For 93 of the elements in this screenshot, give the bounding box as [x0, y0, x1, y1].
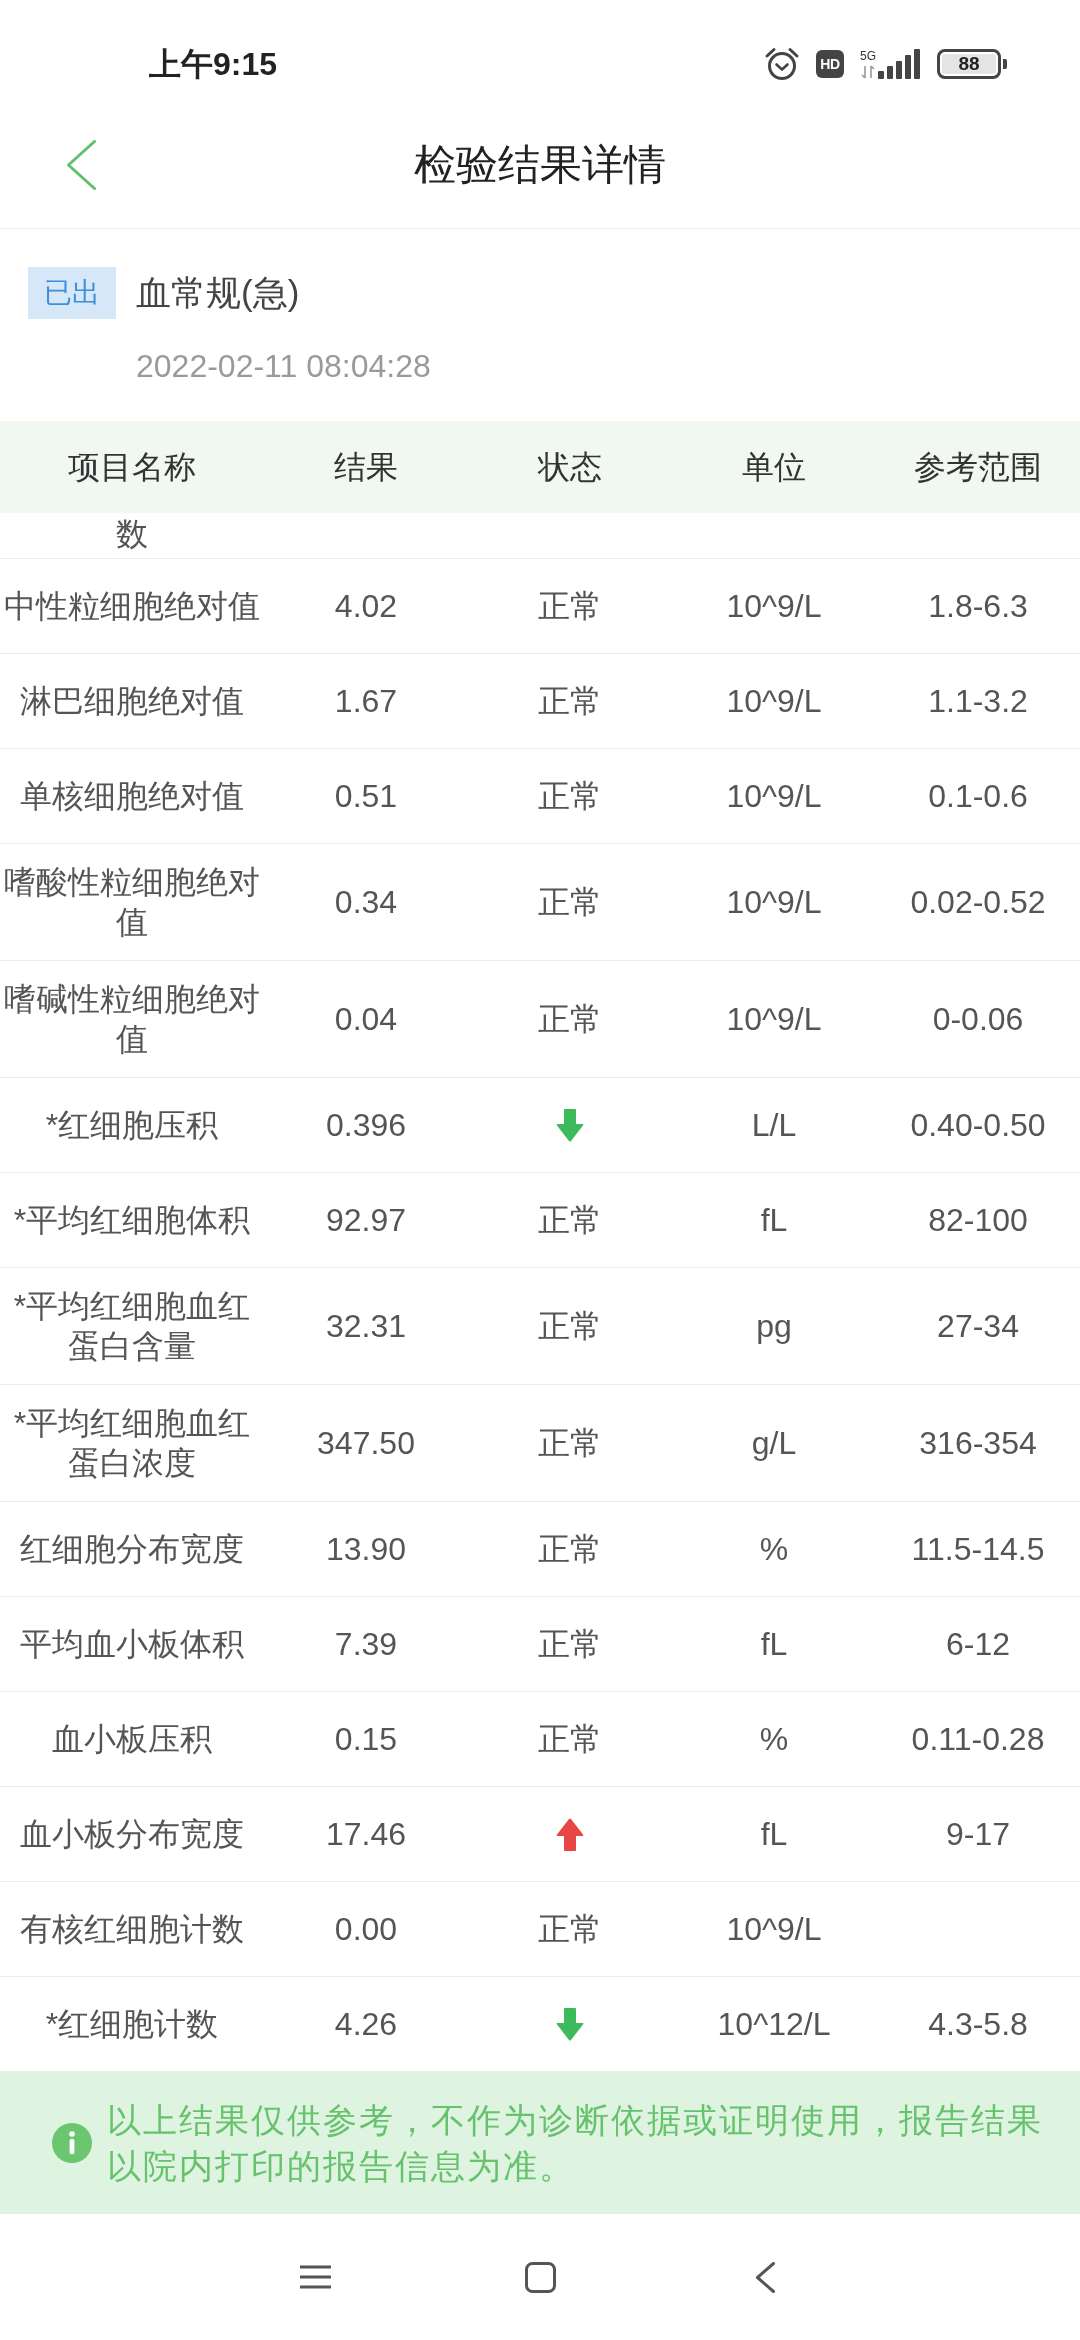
status-text: 正常 [538, 587, 602, 626]
data-arrows-icon [861, 65, 875, 79]
unit-text: 10^9/L [726, 682, 822, 721]
result-value: 0.34 [334, 883, 398, 922]
unit-text: fL [760, 1625, 788, 1664]
unit-text: 10^9/L [726, 883, 822, 922]
column-header: 参考范围 [914, 448, 1042, 487]
status-text: 正常 [538, 777, 602, 816]
column-header: 单位 [742, 448, 806, 487]
reference-range: 1.8-6.3 [928, 587, 1028, 626]
reference-range: 0.02-0.52 [910, 883, 1046, 922]
status-text: 正常 [538, 1000, 602, 1039]
unit-text: 10^9/L [726, 1910, 822, 1949]
hd-indicator: HD [816, 50, 844, 78]
report-status-tag: 已出 [28, 267, 116, 319]
unit-text: 10^9/L [726, 587, 822, 626]
menu-icon[interactable] [299, 2265, 331, 2289]
result-value: 32.31 [325, 1307, 407, 1346]
status-text: 正常 [538, 1530, 602, 1569]
reference-range: 6-12 [945, 1625, 1010, 1664]
unit-text: 10^9/L [726, 777, 822, 816]
result-value: 0.15 [334, 1720, 398, 1759]
signal-icon [878, 49, 921, 79]
item-name-text: 嗜酸性粒细胞绝对值 [3, 863, 261, 942]
status-text: 正常 [538, 1720, 602, 1759]
reference-range: 0.1-0.6 [928, 777, 1028, 816]
report-name: 血常规(急) [136, 272, 300, 314]
result-value: 0.00 [334, 1910, 398, 1949]
unit-text: pg [756, 1307, 792, 1346]
result-value: 13.90 [325, 1530, 407, 1569]
item-name-text: 单核细胞绝对值 [20, 777, 244, 816]
result-value: 7.39 [334, 1625, 398, 1664]
page-title: 检验结果详情 [414, 140, 666, 190]
reference-range: 11.5-14.5 [911, 1530, 1045, 1569]
unit-text: % [759, 1530, 789, 1569]
result-value: 4.02 [334, 587, 398, 626]
result-value: 0.04 [334, 1000, 398, 1039]
item-name-text: 平均血小板体积 [20, 1625, 244, 1664]
status-text: 正常 [538, 1201, 602, 1240]
back-icon[interactable] [755, 2261, 775, 2293]
status-text: 正常 [538, 1307, 602, 1346]
reference-range: 1.1-3.2 [928, 682, 1028, 721]
item-name-text: *平均红细胞体积 [13, 1201, 251, 1240]
unit-text: L/L [751, 1106, 797, 1145]
column-header: 状态 [538, 448, 602, 487]
result-value: 0.51 [334, 777, 398, 816]
unit-text: fL [760, 1815, 788, 1854]
info-icon [52, 2123, 92, 2163]
reference-range: 316-354 [919, 1424, 1037, 1463]
reference-range: 82-100 [928, 1201, 1028, 1240]
reference-range: 9-17 [945, 1815, 1010, 1854]
status-text: 正常 [538, 1424, 602, 1463]
notice-text: 以上结果仅供参考，不作为诊断依据或证明使用，报告结果以院内打印的报告信息为准。 [107, 2100, 1044, 2187]
unit-text: 10^9/L [726, 1000, 822, 1039]
item-name-text: 有核红细胞计数 [20, 1910, 244, 1949]
unit-text: 10^12/L [717, 2005, 831, 2044]
item-name-text: 红细胞分布宽度 [20, 1530, 244, 1569]
item-name-text: 嗜碱性粒细胞绝对值 [3, 980, 261, 1059]
item-name-text: 血小板压积 [52, 1720, 212, 1759]
network-type-text: 5G [860, 50, 876, 63]
item-name-text: *平均红细胞血红蛋白浓度 [12, 1404, 252, 1483]
unit-text: % [759, 1720, 789, 1759]
status-text: 正常 [538, 1625, 602, 1664]
result-value: 0.396 [325, 1106, 407, 1145]
unit-text: g/L [751, 1424, 797, 1463]
alarm-clock-icon [764, 46, 800, 82]
status-text: 正常 [538, 1910, 602, 1949]
item-name-text: *红细胞压积 [45, 1106, 219, 1145]
reference-range: 0.11-0.28 [911, 1720, 1045, 1759]
reference-range: 4.3-5.8 [928, 2005, 1028, 2044]
result-value: 347.50 [317, 1424, 415, 1463]
result-value: 4.26 [334, 2005, 398, 2044]
item-name-text: 血小板分布宽度 [20, 1815, 244, 1854]
report-datetime: 2022-02-11 08:04:28 [136, 347, 431, 386]
item-name-text: 中性粒细胞绝对值 [4, 587, 260, 626]
result-value: 92.97 [325, 1201, 407, 1240]
status-text: 正常 [538, 883, 602, 922]
reference-range: 0.40-0.50 [910, 1106, 1046, 1145]
item-name-text: 淋巴细胞绝对值 [20, 682, 244, 721]
column-header: 结果 [334, 448, 398, 487]
home-square-icon[interactable] [524, 2261, 556, 2293]
item-name-text: *平均红细胞血红蛋白含量 [12, 1287, 252, 1366]
result-value: 1.67 [334, 682, 398, 721]
item-name-text: 数 [116, 515, 148, 554]
item-name-text: *红细胞计数 [45, 2005, 219, 2044]
result-value: 17.46 [325, 1815, 407, 1854]
unit-text: fL [760, 1201, 788, 1240]
status-text: 正常 [538, 682, 602, 721]
battery-indicator: 88 [937, 49, 1007, 79]
column-header: 项目名称 [68, 448, 196, 487]
status-time: 上午9:15 [149, 45, 278, 84]
reference-range: 0-0.06 [932, 1000, 1024, 1039]
reference-range: 27-34 [937, 1307, 1019, 1346]
